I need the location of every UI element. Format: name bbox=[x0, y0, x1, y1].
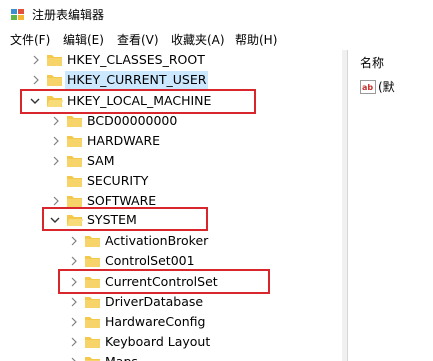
menu-view[interactable]: 查看(V) bbox=[117, 32, 159, 48]
folder-icon bbox=[47, 75, 62, 86]
tree-label: ControlSet001 bbox=[105, 253, 195, 268]
folder-icon bbox=[85, 236, 100, 247]
tree-item-controlset001[interactable]: ControlSet001 bbox=[0, 251, 340, 271]
folder-icon bbox=[67, 116, 82, 127]
tree-label: SOFTWARE bbox=[87, 193, 157, 208]
menu-favorites[interactable]: 收藏夹(A) bbox=[171, 32, 225, 48]
tree-item-system[interactable]: SYSTEM bbox=[0, 210, 340, 230]
menu-edit[interactable]: 编辑(E) bbox=[63, 32, 104, 48]
tree-label: HardwareConfig bbox=[105, 314, 206, 329]
chevron-right-icon[interactable] bbox=[68, 295, 80, 309]
tree-label: HKEY_LOCAL_MACHINE bbox=[67, 93, 212, 108]
tree-label: HARDWARE bbox=[87, 133, 161, 148]
menu-bar: 文件(F) 编辑(E) 查看(V) 收藏夹(A) 帮助(H) bbox=[0, 30, 433, 50]
tree-item-hkey-local-machine[interactable]: HKEY_LOCAL_MACHINE bbox=[0, 91, 340, 111]
window-title: 注册表编辑器 bbox=[32, 8, 105, 22]
tree-item-hkey-classes-root[interactable]: HKEY_CLASSES_ROOT bbox=[0, 50, 340, 70]
registry-tree[interactable]: HKEY_CLASSES_ROOT HKEY_CURRENT_USER HKEY… bbox=[0, 50, 347, 361]
svg-text:ab: ab bbox=[362, 83, 373, 92]
tree-label: CurrentControlSet bbox=[105, 274, 218, 289]
chevron-right-icon[interactable] bbox=[68, 355, 80, 361]
tree-item-security[interactable]: SECURITY bbox=[0, 171, 340, 191]
tree-item-sam[interactable]: SAM bbox=[0, 151, 340, 171]
tree-item-currentcontrolset[interactable]: CurrentControlSet bbox=[0, 272, 340, 292]
chevron-down-icon[interactable] bbox=[49, 213, 61, 227]
chevron-right-icon[interactable] bbox=[50, 194, 62, 208]
tree-label: HKEY_CURRENT_USER bbox=[65, 71, 209, 89]
chevron-right-icon[interactable] bbox=[50, 154, 62, 168]
menu-file[interactable]: 文件(F) bbox=[10, 32, 50, 48]
tree-label: HKEY_CLASSES_ROOT bbox=[67, 52, 205, 67]
title-bar: 注册表编辑器 bbox=[0, 0, 433, 30]
folder-icon bbox=[85, 357, 100, 361]
registry-editor-icon bbox=[11, 9, 24, 20]
tree-item-software[interactable]: SOFTWARE bbox=[0, 191, 340, 211]
tree-item-maps[interactable]: Maps bbox=[0, 352, 340, 361]
tree-label: ActivationBroker bbox=[105, 233, 209, 248]
folder-open-icon bbox=[47, 96, 63, 107]
folder-icon bbox=[67, 196, 82, 207]
chevron-right-icon[interactable] bbox=[68, 335, 80, 349]
folder-icon bbox=[67, 156, 82, 167]
chevron-right-icon[interactable] bbox=[68, 234, 80, 248]
string-value-icon: ab bbox=[360, 80, 376, 94]
tree-item-hkey-current-user[interactable]: HKEY_CURRENT_USER bbox=[0, 70, 340, 90]
tree-item-driverdatabase[interactable]: DriverDatabase bbox=[0, 292, 340, 312]
column-header-name[interactable]: 名称 bbox=[360, 55, 384, 71]
chevron-right-icon[interactable] bbox=[30, 73, 42, 87]
tree-label: SYSTEM bbox=[87, 212, 137, 227]
values-pane[interactable]: 名称 ab (默 bbox=[348, 50, 433, 361]
folder-icon bbox=[85, 297, 100, 308]
chevron-down-icon[interactable] bbox=[29, 94, 41, 108]
tree-label: SAM bbox=[87, 153, 115, 168]
menu-help[interactable]: 帮助(H) bbox=[235, 32, 277, 48]
folder-icon bbox=[47, 55, 62, 66]
tree-label: DriverDatabase bbox=[105, 294, 204, 309]
chevron-right-icon[interactable] bbox=[50, 114, 62, 128]
tree-item-keyboard-layout[interactable]: Keyboard Layout bbox=[0, 332, 340, 352]
tree-label: SECURITY bbox=[87, 173, 149, 188]
tree-label: Maps bbox=[105, 353, 138, 361]
chevron-right-icon[interactable] bbox=[50, 134, 62, 148]
value-row-default-name[interactable]: (默 bbox=[378, 79, 395, 95]
chevron-right-icon[interactable] bbox=[68, 315, 80, 329]
chevron-right-icon[interactable] bbox=[30, 53, 42, 67]
tree-label: BCD00000000 bbox=[87, 113, 178, 128]
tree-item-hardwareconfig[interactable]: HardwareConfig bbox=[0, 312, 340, 332]
folder-icon bbox=[85, 256, 100, 267]
tree-label: Keyboard Layout bbox=[105, 334, 211, 349]
tree-item-activationbroker[interactable]: ActivationBroker bbox=[0, 231, 340, 251]
folder-icon bbox=[85, 277, 100, 288]
folder-open-icon bbox=[67, 215, 83, 226]
tree-item-bcd00000000[interactable]: BCD00000000 bbox=[0, 111, 340, 131]
folder-icon bbox=[67, 176, 82, 187]
folder-icon bbox=[85, 317, 100, 328]
chevron-right-icon[interactable] bbox=[68, 254, 80, 268]
chevron-right-icon[interactable] bbox=[68, 275, 80, 289]
folder-icon bbox=[85, 337, 100, 348]
folder-icon bbox=[67, 136, 82, 147]
tree-item-hardware[interactable]: HARDWARE bbox=[0, 131, 340, 151]
